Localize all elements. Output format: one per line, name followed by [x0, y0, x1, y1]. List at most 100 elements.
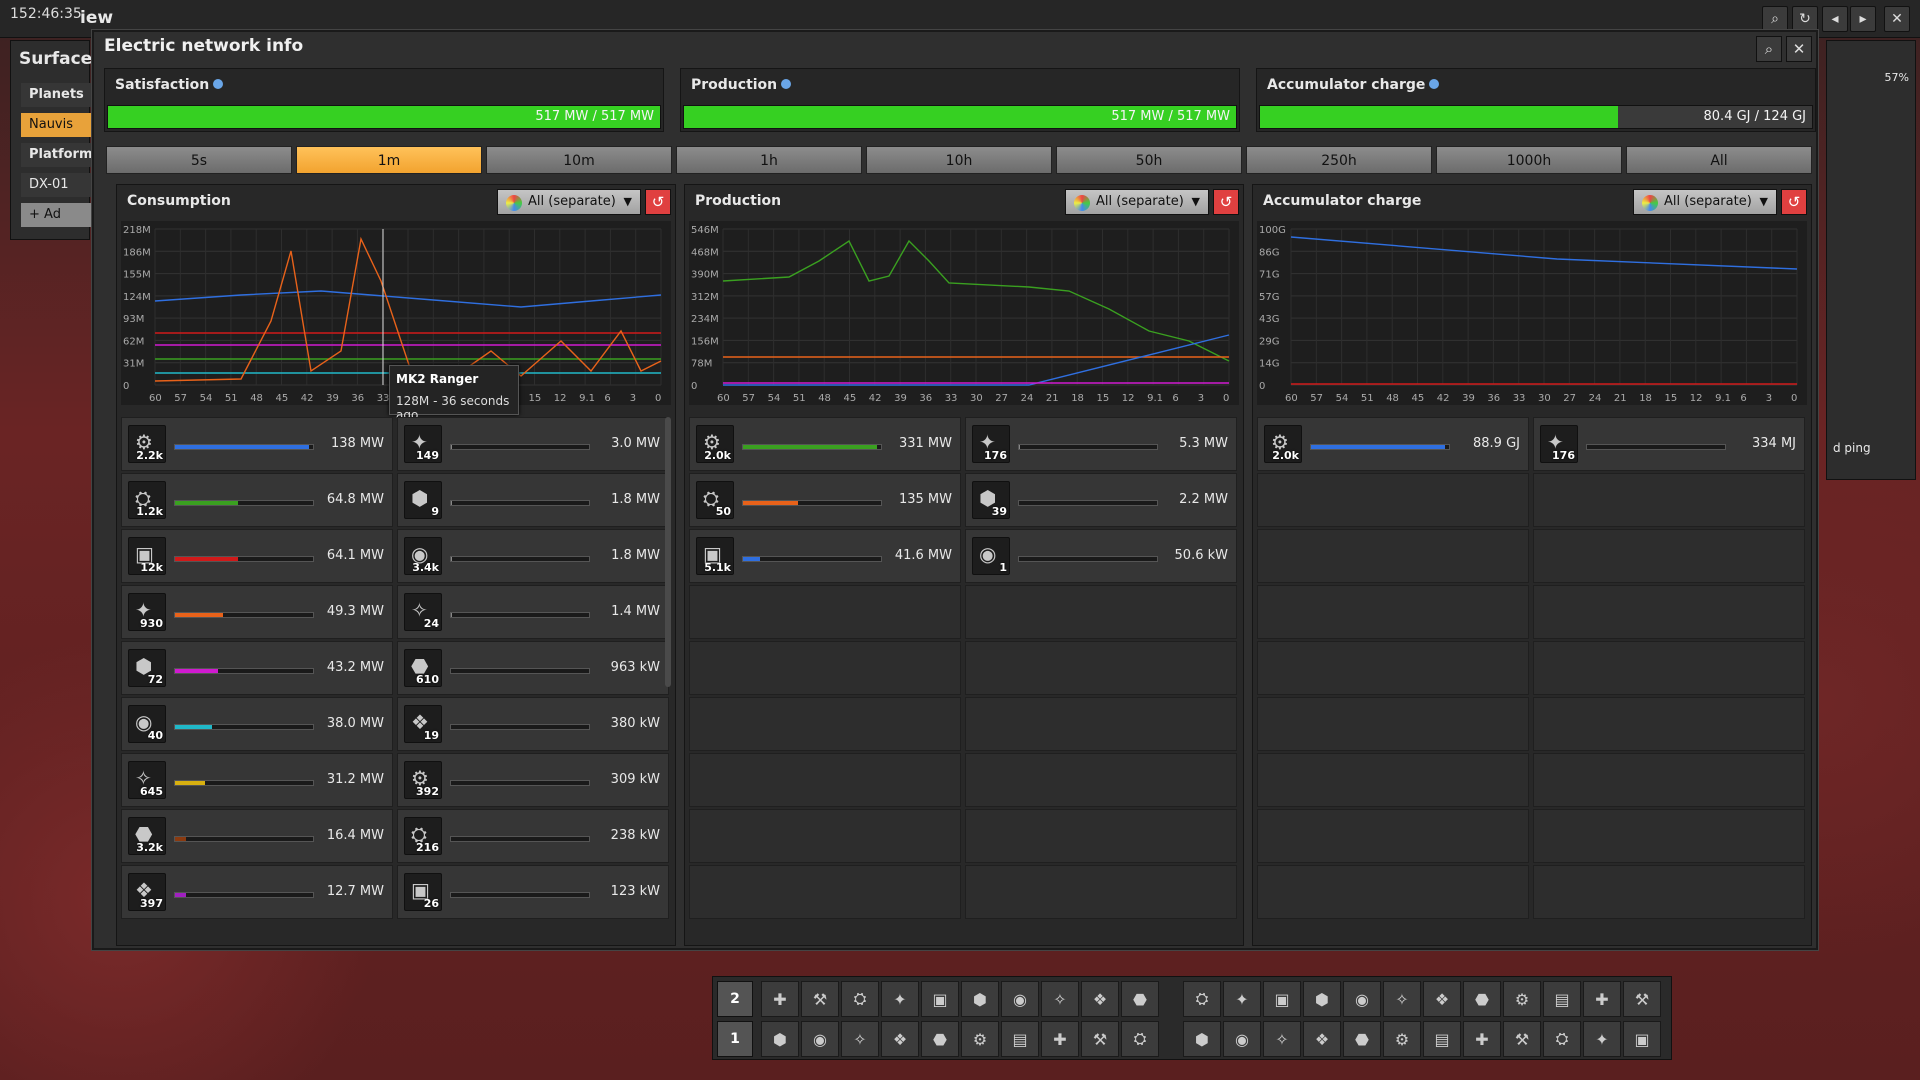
quickbar-slot[interactable]: ✚ — [1041, 1021, 1079, 1057]
shortcut-slot[interactable]: ⬣ — [1343, 1021, 1381, 1057]
reset-icon[interactable]: ↺ — [1781, 189, 1807, 215]
reset-icon[interactable]: ↺ — [1213, 189, 1239, 215]
quickbar-slot[interactable]: ✧ — [1041, 981, 1079, 1017]
shortcut-slot[interactable]: ✧ — [1383, 981, 1421, 1017]
entity-row[interactable]: ⬣ 610 963 kW — [397, 641, 669, 695]
tab-10h[interactable]: 10h — [866, 146, 1052, 174]
ping-label[interactable]: d ping — [1833, 441, 1871, 455]
shortcut-slot[interactable]: ⚙ — [1503, 981, 1541, 1017]
quickbar-slot[interactable]: ⬢ — [961, 981, 999, 1017]
refresh-icon[interactable]: ↻ — [1792, 6, 1818, 32]
shortcut-slot[interactable]: ▤ — [1423, 1021, 1461, 1057]
quickbar-slot[interactable]: ❖ — [881, 1021, 919, 1057]
quickbar-slot[interactable]: ⛭ — [841, 981, 879, 1017]
entity-row[interactable]: ◉ 3.4k 1.8 MW — [397, 529, 669, 583]
quickbar-slot[interactable]: ⚒ — [1081, 1021, 1119, 1057]
tab-10m[interactable]: 10m — [486, 146, 672, 174]
arrow-left-icon[interactable]: ◂ — [1822, 6, 1848, 32]
tab-1000h[interactable]: 1000h — [1436, 146, 1622, 174]
shortcut-slot[interactable]: ⚒ — [1623, 981, 1661, 1017]
tab-1m[interactable]: 1m — [296, 146, 482, 174]
entity-row[interactable]: ❖ 19 380 kW — [397, 697, 669, 751]
quickbar-slot[interactable]: ⛭ — [1121, 1021, 1159, 1057]
info-icon[interactable] — [213, 79, 224, 89]
info-icon[interactable] — [781, 79, 792, 89]
quickbar-slot[interactable]: ◉ — [1001, 981, 1039, 1017]
entity-row[interactable]: ⚙ 2.2k 138 MW — [121, 417, 393, 471]
entity-row[interactable]: ⚙ 392 309 kW — [397, 753, 669, 807]
quickbar-slot[interactable]: ◉ — [801, 1021, 839, 1057]
entity-row[interactable]: ⬢ 9 1.8 MW — [397, 473, 669, 527]
shortcut-slot[interactable]: ◉ — [1343, 981, 1381, 1017]
quickbar-slot[interactable]: ⬣ — [921, 1021, 959, 1057]
entity-row[interactable]: ⛭ 50 135 MW — [689, 473, 961, 527]
quickbar-slot[interactable]: ❖ — [1081, 981, 1119, 1017]
entity-row[interactable]: ▣ 5.1k 41.6 MW — [689, 529, 961, 583]
shortcut-slot[interactable]: ⬢ — [1303, 981, 1341, 1017]
shortcut-slot[interactable]: ▣ — [1623, 1021, 1661, 1057]
shortcut-slot[interactable]: ✧ — [1263, 1021, 1301, 1057]
shortcut-slot[interactable]: ⚙ — [1383, 1021, 1421, 1057]
tab-250h[interactable]: 250h — [1246, 146, 1432, 174]
entity-row[interactable]: ◉ 40 38.0 MW — [121, 697, 393, 751]
quickbar-slot[interactable]: ⚙ — [961, 1021, 999, 1057]
search-icon[interactable]: ⌕ — [1756, 36, 1782, 62]
shortcut-slot[interactable]: ⛭ — [1543, 1021, 1581, 1057]
quickbar-page-1[interactable]: 1 — [717, 1021, 753, 1057]
shortcut-slot[interactable]: ❖ — [1423, 981, 1461, 1017]
quickbar-slot[interactable]: ▣ — [921, 981, 959, 1017]
quickbar-slot[interactable]: ⚒ — [801, 981, 839, 1017]
entity-row[interactable]: ❖ 397 12.7 MW — [121, 865, 393, 919]
platform-dx01[interactable]: DX-01 — [21, 173, 91, 197]
quickbar-slot[interactable]: ✚ — [761, 981, 799, 1017]
shortcut-slot[interactable]: ✚ — [1463, 1021, 1501, 1057]
shortcut-slot[interactable]: ✦ — [1223, 981, 1261, 1017]
arrow-right-icon[interactable]: ▸ — [1850, 6, 1876, 32]
entity-row[interactable]: ⛭ 1.2k 64.8 MW — [121, 473, 393, 527]
entity-row[interactable]: ◉ 1 50.6 kW — [965, 529, 1237, 583]
quickbar-slot[interactable]: ✦ — [881, 981, 919, 1017]
planet-nauvis[interactable]: Nauvis — [21, 113, 91, 137]
entity-row[interactable]: ⚙ 2.0k 331 MW — [689, 417, 961, 471]
shortcut-slot[interactable]: ✚ — [1583, 981, 1621, 1017]
shortcut-slot[interactable]: ▤ — [1543, 981, 1581, 1017]
entity-row[interactable]: ⚙ 2.0k 88.9 GJ — [1257, 417, 1529, 471]
shortcut-slot[interactable]: ⚒ — [1503, 1021, 1541, 1057]
entity-row[interactable]: ✦ 176 334 MJ — [1533, 417, 1805, 471]
entity-row[interactable]: ▣ 12k 64.1 MW — [121, 529, 393, 583]
entity-row[interactable]: ✧ 645 31.2 MW — [121, 753, 393, 807]
shortcut-slot[interactable]: ⬢ — [1183, 1021, 1221, 1057]
shortcut-slot[interactable]: ⛭ — [1183, 981, 1221, 1017]
shortcut-slot[interactable]: ⬣ — [1463, 981, 1501, 1017]
entity-row[interactable]: ▣ 26 123 kW — [397, 865, 669, 919]
entity-row[interactable]: ⛭ 216 238 kW — [397, 809, 669, 863]
tab-1h[interactable]: 1h — [676, 146, 862, 174]
network-filter-dropdown[interactable]: All (separate) ▼ — [497, 189, 641, 215]
network-filter-dropdown[interactable]: All (separate) ▼ — [1065, 189, 1209, 215]
shortcut-slot[interactable]: ◉ — [1223, 1021, 1261, 1057]
info-icon[interactable] — [1429, 79, 1440, 89]
quickbar-slot[interactable]: ⬣ — [1121, 981, 1159, 1017]
tab-50h[interactable]: 50h — [1056, 146, 1242, 174]
entity-row[interactable]: ✦ 930 49.3 MW — [121, 585, 393, 639]
quickbar-slot[interactable]: ⬢ — [761, 1021, 799, 1057]
entity-row[interactable]: ✧ 24 1.4 MW — [397, 585, 669, 639]
entity-row[interactable]: ⬢ 39 2.2 MW — [965, 473, 1237, 527]
add-platform-button[interactable]: + Ad — [21, 203, 91, 227]
scrollbar[interactable] — [665, 417, 671, 687]
tab-5s[interactable]: 5s — [106, 146, 292, 174]
quickbar-slot[interactable]: ✧ — [841, 1021, 879, 1057]
entity-row[interactable]: ✦ 149 3.0 MW — [397, 417, 669, 471]
shortcut-slot[interactable]: ▣ — [1263, 981, 1301, 1017]
search-icon[interactable]: ⌕ — [1762, 6, 1788, 32]
entity-row[interactable]: ⬣ 3.2k 16.4 MW — [121, 809, 393, 863]
reset-icon[interactable]: ↺ — [645, 189, 671, 215]
network-filter-dropdown[interactable]: All (separate) ▼ — [1633, 189, 1777, 215]
close-icon[interactable]: ✕ — [1884, 6, 1910, 32]
close-icon[interactable]: ✕ — [1786, 36, 1812, 62]
shortcut-slot[interactable]: ✦ — [1583, 1021, 1621, 1057]
entity-row[interactable]: ⬢ 72 43.2 MW — [121, 641, 393, 695]
tab-All[interactable]: All — [1626, 146, 1812, 174]
shortcut-slot[interactable]: ❖ — [1303, 1021, 1341, 1057]
quickbar-slot[interactable]: ▤ — [1001, 1021, 1039, 1057]
